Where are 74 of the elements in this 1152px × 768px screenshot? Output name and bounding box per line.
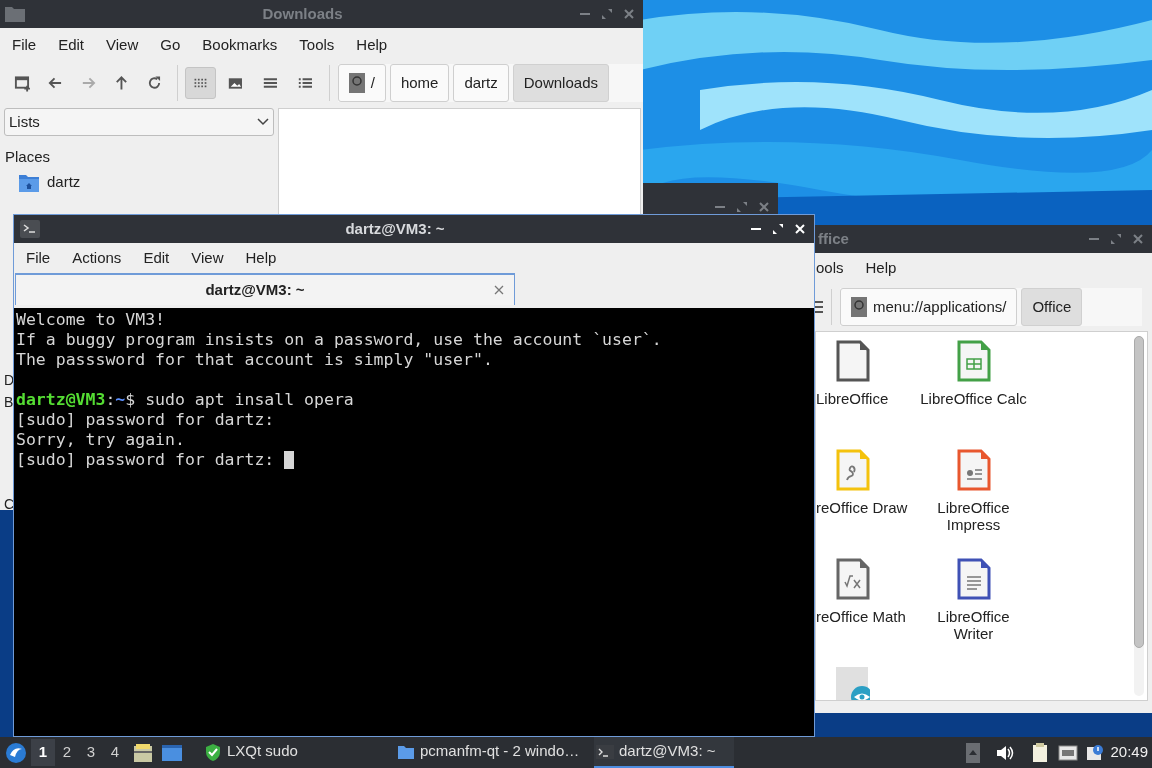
menu-item[interactable]: Help — [854, 256, 908, 280]
window-title: ffice — [817, 228, 850, 249]
terminal-text: The passsword for that account is simply "user". — [16, 350, 493, 370]
start-menu-icon[interactable] — [5, 741, 27, 764]
app-label[interactable]: reOffice Math — [816, 608, 906, 625]
terminal-text: If a buggy program insists on a password, use the account `user`. — [16, 330, 662, 350]
terminal-icon — [20, 220, 40, 238]
drive-icon — [348, 73, 365, 93]
list-view-icon[interactable] — [815, 300, 823, 314]
text-cursor — [284, 451, 295, 469]
clock: 20:49 — [1110, 742, 1148, 763]
clipboard-icon[interactable] — [1032, 742, 1049, 763]
sidebar-item[interactable]: C — [4, 493, 15, 510]
shield-icon — [204, 742, 222, 761]
terminal-text: [sudo] password for dartz: — [16, 450, 275, 470]
window-title: Downloads — [261, 3, 344, 24]
app-label[interactable]: LibreOffice Writer — [916, 608, 1031, 642]
grid-view-icon[interactable] — [185, 67, 217, 99]
terminal-text: Sorry, try again. — [16, 430, 185, 450]
sidebar-item[interactable]: D — [4, 369, 15, 390]
dropdown-value: Lists — [9, 111, 40, 132]
drive-icon — [851, 297, 867, 317]
desktop-button[interactable]: 3 — [79, 739, 103, 766]
path-button[interactable]: home — [389, 64, 450, 102]
taskbar-button[interactable]: pcmanfm-qt - 2 windo… — [395, 737, 587, 768]
terminal-text: dartz@VM3 — [16, 390, 106, 410]
taskbar-button[interactable]: LXQt sudo — [202, 737, 382, 768]
terminal-text: Welcome to VM3! — [16, 310, 165, 330]
menu-item[interactable]: Edit — [132, 246, 181, 270]
terminal-text: : — [105, 390, 116, 410]
maximize-icon[interactable] — [772, 223, 784, 235]
menu-item[interactable]: File — [15, 246, 62, 270]
home-folder-icon — [19, 173, 39, 192]
menu-item[interactable]: Actions — [61, 246, 133, 270]
sidebar-item[interactable]: dartz — [0, 168, 278, 197]
speaker-icon[interactable] — [996, 744, 1015, 761]
app-label[interactable]: LibreOffice Impress — [916, 499, 1031, 533]
dropdown[interactable]: Lists — [4, 108, 274, 136]
folder-icon — [4, 5, 26, 23]
terminal-text: ~ — [115, 390, 126, 410]
menu-item[interactable]: View — [95, 33, 150, 57]
chevron-down-icon — [257, 118, 269, 126]
app-label[interactable]: LibreOffice Calc — [920, 390, 1027, 407]
app-label[interactable]: LibreOffice — [816, 390, 889, 407]
terminal-tab[interactable]: dartz@VM3: ~ — [15, 273, 515, 305]
path-button[interactable]: Downloads — [512, 64, 609, 102]
menu-item[interactable]: Help — [345, 33, 399, 57]
taskbar-button[interactable]: dartz@VM3: ~ — [594, 737, 734, 768]
section-heading: Places — [4, 147, 52, 167]
desktop-button[interactable]: 2 — [55, 739, 79, 766]
desktop-button[interactable]: 4 — [103, 739, 127, 766]
menu-item[interactable]: Go — [149, 33, 192, 57]
path-button[interactable]: Office — [1021, 288, 1083, 326]
network-icon[interactable] — [1058, 743, 1079, 762]
menu-item[interactable]: Bookmarks — [191, 33, 289, 57]
file-cabinet-icon[interactable] — [133, 742, 153, 763]
terminal-icon — [596, 742, 614, 761]
path-button[interactable]: dartz — [453, 64, 509, 102]
sidebar-item[interactable]: B — [4, 391, 14, 412]
menu-item[interactable]: Edit — [47, 33, 96, 57]
path-button[interactable]: / — [337, 64, 386, 102]
desktop-button[interactable]: 1 — [31, 739, 55, 766]
menu-item[interactable]: Help — [234, 246, 288, 270]
app-label[interactable]: reOffice Draw — [816, 499, 908, 516]
terminal-text: [sudo] password for dartz: — [16, 410, 275, 430]
notification-icon[interactable] — [1086, 743, 1105, 762]
path-button[interactable]: menu://applications/ — [840, 288, 1018, 326]
terminal-text: $ sudo apt insall opera — [125, 390, 354, 410]
desktop-icon[interactable] — [162, 743, 182, 762]
menu-item[interactable]: File — [1, 33, 48, 57]
menu-item[interactable]: ools — [815, 256, 855, 280]
menu-item[interactable]: View — [180, 246, 235, 270]
menu-item[interactable]: Tools — [288, 33, 346, 57]
window-title: dartz@VM3: ~ — [344, 218, 446, 239]
